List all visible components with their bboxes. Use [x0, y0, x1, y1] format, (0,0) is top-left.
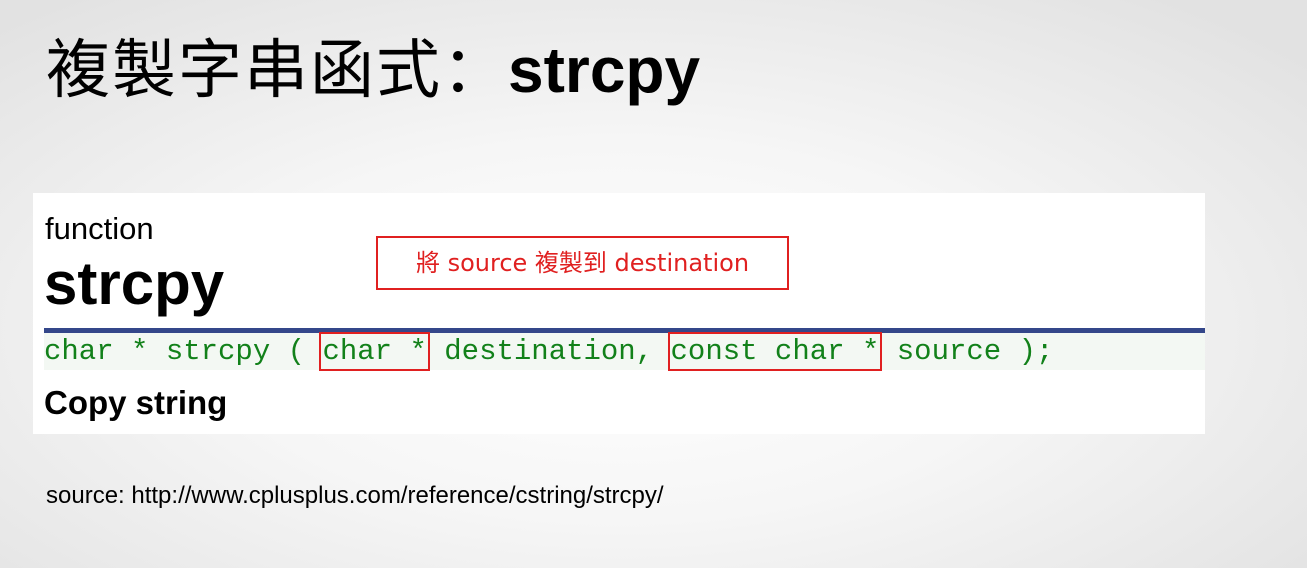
prototype-return-and-name: char * strcpy ( [44, 335, 323, 368]
entity-kind-label: function [45, 211, 154, 246]
slide-title: 複製字串函式：strcpy [46, 30, 700, 111]
source-citation: source: http://www.cplusplus.com/referen… [46, 482, 664, 509]
explanation-callout: 將 source 複製到 destination [376, 236, 789, 290]
source-param-name: source ); [879, 335, 1054, 368]
source-type-highlight: const char * [667, 332, 883, 371]
destination-param-name: destination, [426, 335, 671, 368]
reference-screenshot-panel: function strcpy 將 source 複製到 destination… [33, 193, 1205, 434]
function-prototype: char * strcpy ( char * destination, cons… [44, 332, 1205, 371]
function-summary: Copy string [44, 384, 228, 421]
slide-title-chinese: 複製字串函式： [46, 34, 508, 108]
slide-title-function-name: strcpy [508, 34, 701, 106]
destination-type-highlight: char * [319, 332, 430, 371]
function-name-heading: strcpy [44, 250, 225, 317]
